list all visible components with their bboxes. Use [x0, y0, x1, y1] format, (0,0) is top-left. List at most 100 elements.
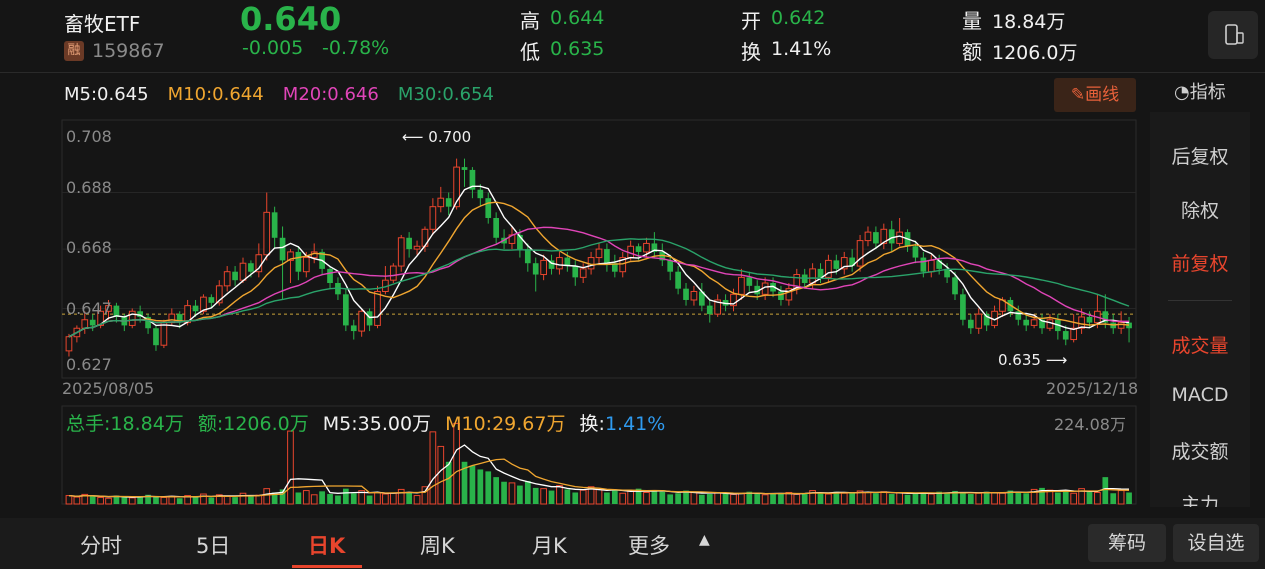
chips-button[interactable]: 筹码	[1088, 524, 1166, 562]
active-tab-indicator	[292, 565, 362, 568]
side-item-main-force[interactable]: 主力	[1150, 490, 1250, 507]
candle-body-down	[248, 263, 254, 272]
candle-body-down	[327, 268, 333, 284]
draw-line-button[interactable]: ✎画线	[1054, 78, 1136, 112]
phone-rotate-icon	[1225, 24, 1244, 45]
side-item-volume[interactable]: 成交量	[1150, 331, 1250, 358]
vol-m10: M10:29.67万	[445, 413, 566, 435]
candle-body-up	[429, 206, 437, 230]
current-price: 0.640	[240, 0, 342, 38]
gauge-icon: ◔	[1174, 82, 1190, 103]
volume-bar-down	[1023, 493, 1030, 504]
tab-daily-k[interactable]: 日K	[308, 530, 345, 560]
volume-bar-down	[532, 487, 539, 504]
candle-body-up	[437, 197, 445, 208]
candle-body-down	[153, 328, 159, 346]
candle-body-up	[896, 231, 903, 244]
side-item-macd[interactable]: MACD	[1150, 384, 1250, 406]
price-change-pct: -0.78%	[322, 37, 390, 59]
volume-bar-up	[374, 491, 381, 505]
add-watchlist-button[interactable]: 设自选	[1173, 524, 1259, 562]
side-item-post-adjust[interactable]: 后复权	[1150, 142, 1250, 169]
ma10-line	[68, 201, 1130, 338]
high-value: 0.644	[550, 7, 605, 29]
volume-bar-up	[128, 497, 136, 505]
volume-bar-up	[991, 491, 998, 505]
chart-grid	[61, 119, 1137, 505]
tab-more[interactable]: 更多	[628, 530, 670, 560]
volume-bar-up	[643, 491, 650, 505]
amount-value: 1206.0万	[992, 42, 1078, 64]
caret-up-icon[interactable]: ▲	[699, 532, 710, 548]
indicator-button[interactable]: ◔指标	[1174, 78, 1226, 104]
tab-intraday[interactable]: 分时	[80, 530, 122, 560]
annotation-low: 0.635 ⟶	[998, 351, 1068, 369]
candle-body-up	[413, 245, 421, 250]
volume-bar-up	[1094, 491, 1101, 505]
candle-body-down	[952, 277, 958, 295]
candle-body-down	[667, 260, 674, 272]
volume-bar-down	[517, 485, 523, 504]
side-item-ex-right[interactable]: 除权	[1150, 196, 1250, 223]
pencil-icon: ✎	[1070, 85, 1086, 105]
volume-bar-up	[97, 496, 104, 505]
volume-bar-down	[121, 497, 128, 504]
volume-bar-up	[999, 492, 1006, 505]
volume-bar-up	[840, 492, 848, 505]
landscape-toggle-button[interactable]	[1208, 11, 1258, 59]
candle-body-down	[572, 266, 579, 278]
ma30-label: M30:0.654	[397, 84, 494, 105]
volume-bar-down	[192, 497, 199, 504]
candle-body-up	[263, 211, 271, 256]
margin-badge: 融	[64, 41, 84, 61]
candle-body-up	[975, 313, 983, 329]
y-tick-1: 0.688	[66, 178, 112, 197]
side-item-amount[interactable]: 成交额	[1150, 437, 1250, 464]
volume-bar-up	[714, 491, 722, 505]
candle-body-up	[1030, 319, 1038, 326]
volume-bar-up	[1117, 490, 1125, 505]
kline-chart[interactable]	[0, 118, 1145, 518]
volume-bar-up	[896, 491, 903, 505]
volume-bar-down	[873, 493, 879, 504]
candle-body-down	[960, 294, 966, 320]
volume-bar-down	[1015, 492, 1022, 504]
ma5-label: M5:0.645	[64, 84, 149, 105]
candle-body-up	[556, 257, 563, 270]
side-item-pre-adjust[interactable]: 前复权	[1150, 249, 1250, 276]
volume-bar-up	[1046, 489, 1054, 505]
volume-bar-down	[406, 492, 412, 504]
tab-5day[interactable]: 5日	[196, 530, 230, 560]
candles-layer	[65, 158, 1132, 357]
high-label: 高	[520, 9, 540, 33]
candle-body-up	[738, 276, 745, 295]
vol-max-label: 224.08万	[1054, 415, 1126, 434]
volume-bar-down	[319, 491, 325, 504]
candle-body-down	[342, 294, 349, 326]
volume-bar-up	[540, 488, 547, 505]
candle-body-up	[239, 262, 247, 281]
candle-body-down	[912, 246, 919, 258]
turnover-label: 换	[741, 40, 761, 64]
candle-body-up	[927, 259, 935, 273]
candle-body-down	[192, 305, 199, 312]
vol-m5: M5:35.00万	[322, 413, 432, 435]
volume-bar-down	[706, 494, 713, 504]
volume-bar-up	[65, 495, 73, 505]
volume-bar-down	[817, 492, 824, 504]
volume-bar-down	[548, 490, 555, 504]
candle-body-up	[690, 290, 698, 301]
candle-body-down	[1023, 319, 1030, 326]
vol-ma5-line	[68, 444, 1130, 498]
volume-bar-down	[1054, 492, 1061, 504]
volume-bar-down	[1086, 491, 1093, 504]
vol-turn-prefix: 换:	[579, 413, 605, 435]
candle-body-down	[833, 260, 840, 269]
tab-monthly-k[interactable]: 月K	[532, 530, 567, 560]
volume-bar-down	[1110, 493, 1117, 504]
ma10-label: M10:0.644	[167, 84, 264, 105]
y-tick-0: 0.708	[66, 127, 112, 146]
volume-bar-up	[223, 495, 231, 505]
tab-weekly-k[interactable]: 周K	[420, 530, 455, 560]
candle-body-down	[967, 319, 974, 329]
